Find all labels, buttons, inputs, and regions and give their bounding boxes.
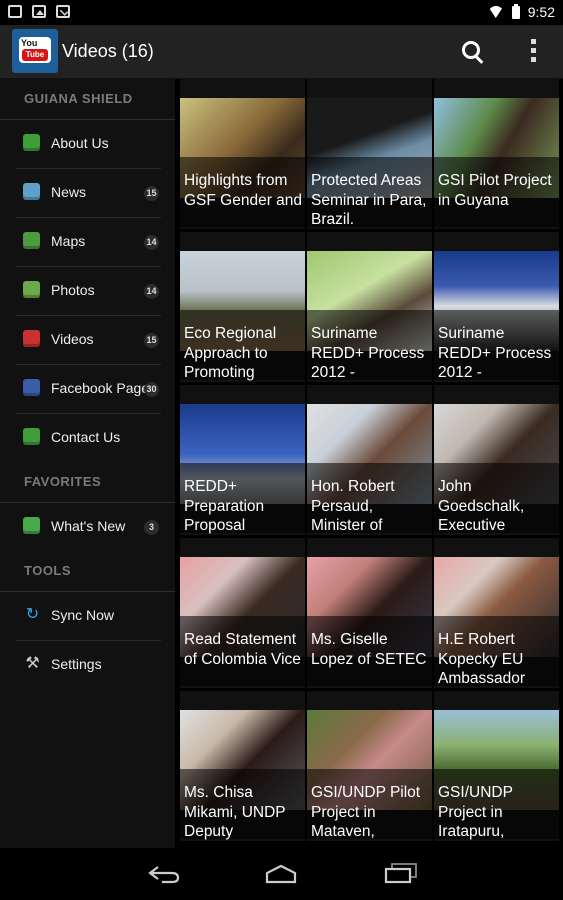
drawer-item-about-us[interactable]: About Us (16, 120, 161, 169)
drawer-item-label: Sync Now (51, 607, 115, 623)
drawer-item-label: About Us (51, 135, 109, 151)
drawer-item-news[interactable]: News 15 (16, 169, 161, 218)
video-title: GSI/UNDP Project in Iratapuru, (438, 784, 513, 840)
youtube-logo: You Tube (19, 37, 51, 63)
count-badge: 15 (144, 333, 159, 348)
count-badge: 15 (144, 186, 159, 201)
image-notification-icon (32, 5, 46, 18)
sync-icon: ↻ (25, 606, 40, 623)
drawer-item-sync-now[interactable]: ↻ Sync Now (16, 592, 161, 641)
section-header-guiana-shield: GUIANA SHIELD (0, 79, 175, 120)
whats-new-icon (23, 517, 40, 534)
search-icon[interactable] (460, 39, 486, 65)
count-badge: 3 (144, 520, 159, 535)
system-navigation-bar (0, 848, 563, 900)
notification-icons (8, 5, 70, 18)
drawer-item-whats-new[interactable]: What's New 3 (16, 503, 161, 551)
video-title: H.E Robert Kopecky EU Ambassador (438, 631, 526, 687)
count-badge: 30 (144, 382, 159, 397)
video-tile[interactable]: H.E Robert Kopecky EU Ambassador (434, 538, 559, 688)
video-tile[interactable]: Ms. Chisa Mikami, UNDP Deputy (180, 691, 305, 841)
system-icons: 9:52 (488, 3, 555, 20)
settings-icon: ⚒ (25, 655, 40, 672)
about-icon (23, 134, 40, 151)
drawer-item-photos[interactable]: Photos 14 (16, 267, 161, 316)
drawer-item-label: Settings (51, 656, 102, 672)
drawer-item-label: Facebook Page (51, 380, 150, 396)
video-tile[interactable]: Hon. Robert Persaud, Minister of (307, 385, 432, 535)
video-title: Ms. Chisa Mikami, UNDP Deputy (184, 784, 286, 840)
video-title: Protected Areas Seminar in Para, Brazil. (311, 172, 427, 228)
navigation-drawer: GUIANA SHIELD About Us News 15 Maps 14 P… (0, 79, 175, 848)
video-tile[interactable]: Protected Areas Seminar in Para, Brazil. (307, 79, 432, 229)
video-tile[interactable]: John Goedschalk, Executive (434, 385, 559, 535)
videos-icon (23, 330, 40, 347)
video-tile[interactable]: GSI/UNDP Pilot Project in Mataven, (307, 691, 432, 841)
video-tile[interactable]: Read Statement of Colombia Vice (180, 538, 305, 688)
page-title: Videos (16) (62, 41, 154, 61)
video-tile[interactable]: REDD+ Preparation Proposal (180, 385, 305, 535)
recent-apps-icon[interactable] (384, 862, 418, 884)
home-icon[interactable] (264, 864, 298, 884)
drawer-item-maps[interactable]: Maps 14 (16, 218, 161, 267)
video-tile[interactable]: Suriname REDD+ Process 2012 - (434, 232, 559, 382)
maps-icon (23, 232, 40, 249)
facebook-icon (23, 379, 40, 396)
section-header-favorites: FAVORITES (0, 462, 175, 503)
video-title: Ms. Giselle Lopez of SETEC (311, 631, 427, 668)
count-badge: 14 (144, 284, 159, 299)
drawer-item-videos[interactable]: Videos 15 (16, 316, 161, 365)
status-bar: 9:52 (0, 0, 563, 25)
mail-notification-icon (56, 5, 70, 18)
drawer-item-label: Photos (51, 282, 95, 298)
video-tile[interactable]: Highlights from GSF Gender and (180, 79, 305, 229)
video-tile[interactable]: Ms. Giselle Lopez of SETEC (307, 538, 432, 688)
video-title: REDD+ Preparation Proposal (184, 478, 265, 534)
video-title: Highlights from GSF Gender and (184, 172, 303, 209)
video-title: John Goedschalk, Executive (438, 478, 525, 534)
video-title: GSI/UNDP Pilot Project in Mataven, (311, 784, 421, 840)
drawer-item-facebook-page[interactable]: Facebook Page 30 (16, 365, 161, 414)
drawer-item-contact-us[interactable]: Contact Us (16, 414, 161, 462)
video-tile[interactable]: Suriname REDD+ Process 2012 - (307, 232, 432, 382)
screenshot-notification-icon (8, 5, 22, 18)
youtube-app-icon[interactable]: You Tube (12, 29, 58, 73)
video-tile[interactable]: GSI/UNDP Project in Iratapuru, (434, 691, 559, 841)
count-badge: 14 (144, 235, 159, 250)
logo-text-tube: Tube (22, 49, 48, 61)
drawer-item-label: What's New (51, 518, 126, 534)
video-title: Suriname REDD+ Process 2012 - (311, 325, 425, 381)
drawer-item-label: Contact Us (51, 429, 121, 445)
contact-icon (23, 428, 40, 445)
drawer-item-label: Videos (51, 331, 94, 347)
logo-text-you: You (21, 38, 38, 48)
back-icon[interactable] (148, 864, 180, 884)
video-title: GSI Pilot Project in Guyana (438, 172, 552, 209)
action-bar: You Tube Videos (16) (0, 25, 563, 79)
video-title: Eco Regional Approach to Promoting (184, 325, 277, 381)
video-title: Read Statement of Colombia Vice (184, 631, 301, 668)
news-icon (23, 183, 40, 200)
drawer-item-settings[interactable]: ⚒ Settings (16, 641, 161, 689)
battery-icon (511, 3, 520, 19)
video-title: Suriname REDD+ Process 2012 - (438, 325, 552, 381)
video-title: Hon. Robert Persaud, Minister of (311, 478, 395, 534)
section-header-tools: TOOLS (0, 551, 175, 592)
clock: 9:52 (527, 4, 555, 20)
video-tile[interactable]: Eco Regional Approach to Promoting (180, 232, 305, 382)
drawer-item-label: Maps (51, 233, 86, 249)
video-grid: Highlights from GSF Gender and Protected… (178, 79, 563, 848)
video-tile[interactable]: GSI Pilot Project in Guyana (434, 79, 559, 229)
photos-icon (23, 281, 40, 298)
drawer-item-label: News (51, 184, 87, 200)
overflow-menu-icon[interactable] (528, 39, 538, 63)
wifi-icon (488, 6, 504, 18)
